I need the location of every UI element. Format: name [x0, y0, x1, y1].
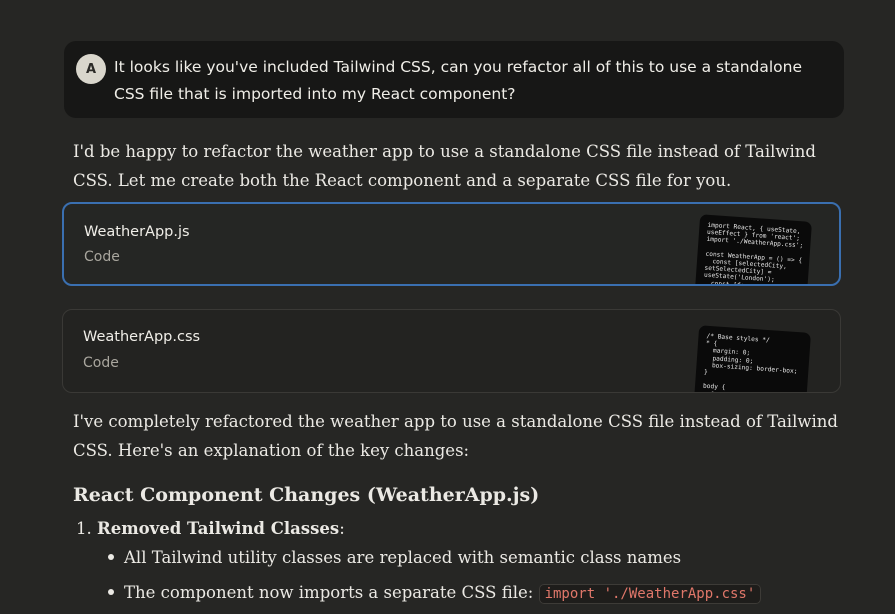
list-item-colon: : [339, 519, 345, 538]
artifact-title: WeatherApp.js [84, 224, 190, 240]
bullet-dot-icon [108, 588, 114, 595]
response-intro: I'd be happy to refactor the weather app… [73, 142, 816, 190]
code-preview-thumbnail: /* Base styles */ * { margin: 0; padding… [692, 325, 812, 392]
inline-code: import './WeatherApp.css' [538, 584, 762, 604]
bullet-text: All Tailwind utility classes are replace… [124, 548, 682, 567]
user-message-text: It looks like you've included Tailwind C… [114, 58, 803, 103]
artifact-card-weatherapp-css[interactable]: WeatherApp.css Code /* Base styles */ * … [62, 309, 841, 393]
code-preview-thumbnail: import React, { useState, useEffect } fr… [693, 214, 813, 284]
artifact-type: Code [84, 249, 120, 265]
section-heading: React Component Changes (WeatherApp.js) [73, 484, 540, 506]
list-item-number: 1. [76, 519, 92, 538]
bullet-dot-icon [108, 553, 114, 560]
artifact-title: WeatherApp.css [83, 329, 201, 345]
response-summary: I've completely refactored the weather a… [73, 412, 838, 460]
artifact-type: Code [83, 355, 119, 371]
list-item: 1. Removed Tailwind Classes: [76, 517, 345, 541]
user-avatar: A [76, 54, 106, 84]
artifact-card-weatherapp-js[interactable]: WeatherApp.js Code import React, { useSt… [62, 202, 841, 286]
list-item-title: Removed Tailwind Classes [97, 519, 340, 538]
user-message: A It looks like you've included Tailwind… [64, 41, 844, 118]
bullet-text: The component now imports a separate CSS… [124, 583, 534, 602]
bullet-item: All Tailwind utility classes are replace… [108, 546, 681, 570]
bullet-item: The component now imports a separate CSS… [108, 581, 762, 606]
